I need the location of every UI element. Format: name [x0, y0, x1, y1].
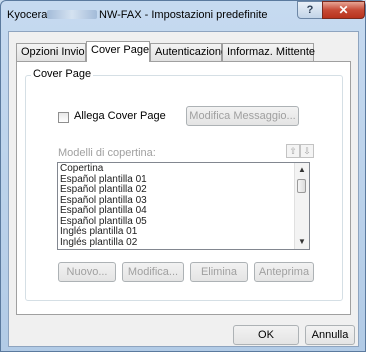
list-item[interactable]: Inglés plantilla 02 — [60, 237, 292, 249]
cover-page-panel: Cover Page Allega Cover Page Modifica Me… — [16, 61, 351, 315]
tab-autenticazione[interactable]: Autenticazione — [150, 43, 227, 61]
tab-cover-page[interactable]: Cover Page — [86, 41, 150, 62]
list-item[interactable]: Copertina — [60, 164, 292, 175]
list-item[interactable]: Español plantilla 04 — [60, 206, 292, 217]
window-title: NW-FAX - Impostazioni predefinite — [99, 9, 268, 21]
scroll-down-icon[interactable]: ▼ — [295, 235, 309, 249]
modify-message-button[interactable]: Modifica Messaggio... — [186, 106, 299, 126]
cancel-button[interactable]: Annulla — [305, 325, 355, 345]
tab-opzioni-invio[interactable]: Opzioni Invio — [16, 43, 86, 61]
ok-button[interactable]: OK — [233, 325, 299, 345]
templates-list: Copertina Español plantilla 01 Español p… — [60, 164, 292, 248]
title-bar[interactable]: Kyocera NW-FAX - Impostazioni predefinit… — [1, 1, 365, 29]
title-redacted-area — [47, 10, 97, 19]
delete-template-button[interactable]: Elimina — [190, 262, 248, 282]
templates-listbox[interactable]: Copertina Español plantilla 01 Español p… — [57, 162, 310, 250]
cover-page-group: Cover Page Allega Cover Page Modifica Me… — [25, 68, 343, 301]
dialog-window: Kyocera NW-FAX - Impostazioni predefinit… — [0, 0, 366, 352]
list-item[interactable]: Inglés plantilla 01 — [60, 227, 292, 238]
dialog-client-area: Opzioni Invio Cover Page Autenticazione … — [8, 31, 359, 347]
templates-label: Modelli di copertina: — [58, 147, 156, 159]
help-button[interactable]: ? — [297, 1, 323, 19]
group-title: Cover Page — [31, 68, 94, 80]
attach-cover-page-label[interactable]: Allega Cover Page — [74, 110, 166, 122]
move-down-icon[interactable]: ⇩ — [300, 144, 314, 158]
tab-informaz-mittente[interactable]: Informaz. Mittente — [222, 43, 315, 61]
modify-template-button[interactable]: Modifica... — [122, 262, 184, 282]
list-item[interactable]: Español plantilla 02 — [60, 185, 292, 196]
scrollbar-thumb[interactable] — [297, 179, 306, 193]
templates-scrollbar[interactable]: ▲ ▼ — [294, 163, 309, 249]
move-up-icon[interactable]: ⇧ — [286, 144, 300, 158]
attach-cover-page-checkbox[interactable] — [58, 112, 69, 123]
new-template-button[interactable]: Nuovo... — [58, 262, 116, 282]
close-button[interactable]: ✕ — [322, 1, 365, 19]
window-title-prefix: Kyocera — [7, 9, 48, 21]
scroll-up-icon[interactable]: ▲ — [295, 163, 309, 177]
preview-template-button[interactable]: Anteprima — [254, 262, 314, 282]
